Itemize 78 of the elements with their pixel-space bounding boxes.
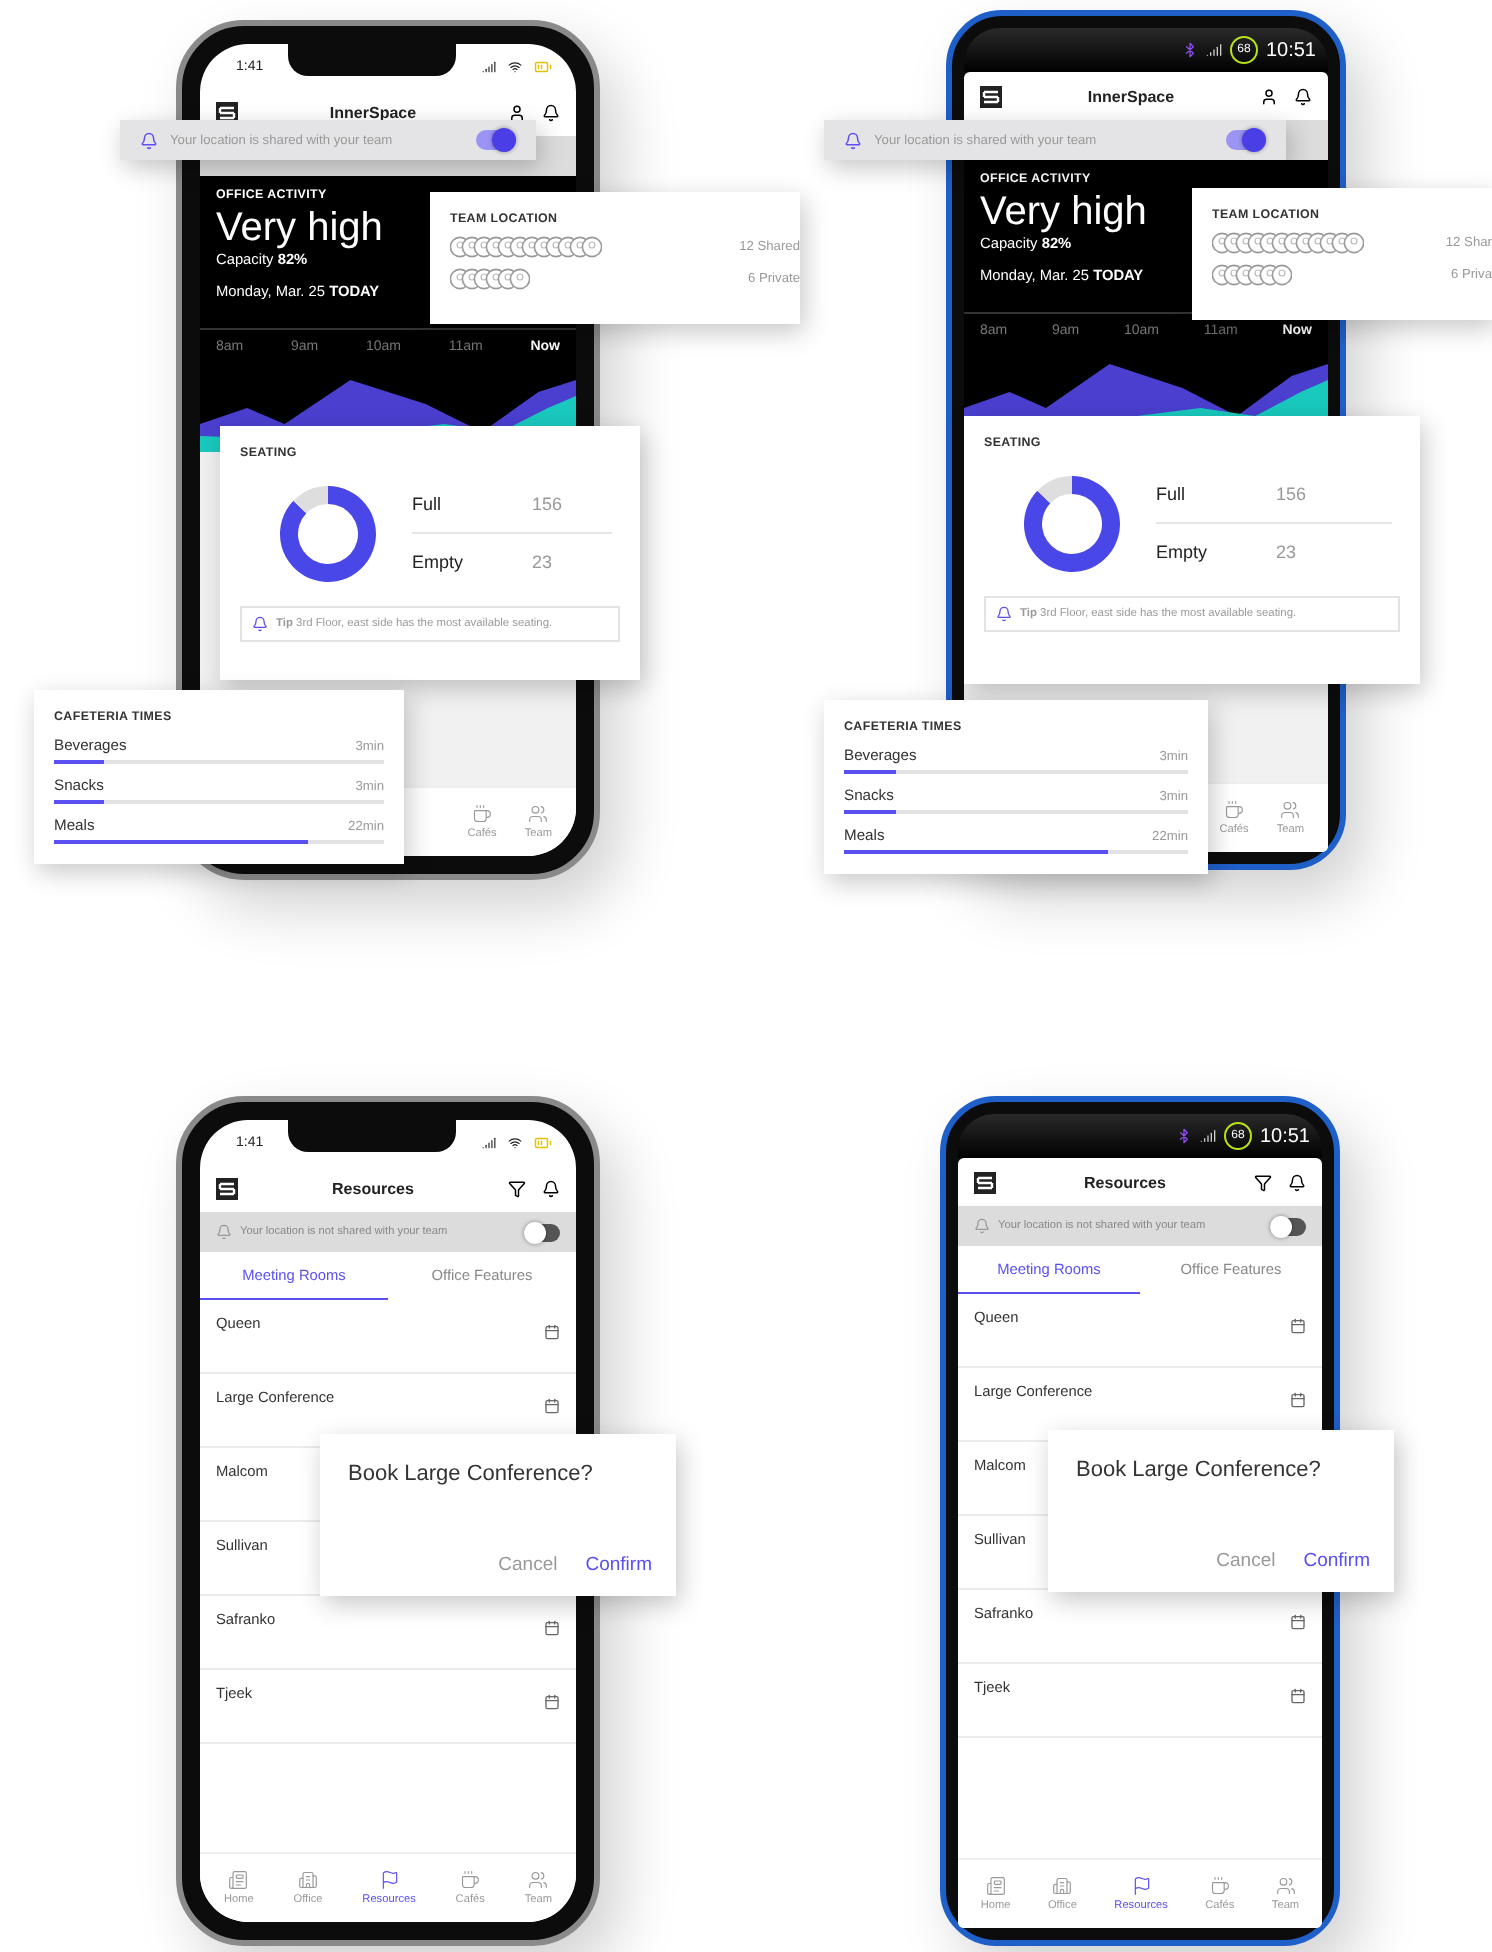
bell-icon[interactable] bbox=[542, 103, 560, 121]
bell-icon bbox=[216, 1224, 232, 1240]
confirm-button[interactable]: Confirm bbox=[585, 1554, 652, 1576]
calendar-icon[interactable] bbox=[544, 1620, 560, 1636]
bell-icon bbox=[996, 606, 1012, 622]
user-icon[interactable] bbox=[1260, 87, 1278, 105]
avatar-group-drawing bbox=[450, 268, 530, 290]
signal-icon bbox=[1199, 1128, 1216, 1144]
newspaper-icon bbox=[985, 1876, 1006, 1896]
calendar-icon[interactable] bbox=[544, 1694, 560, 1710]
legend-value: 156 bbox=[532, 494, 563, 514]
legend-label: Full bbox=[1156, 484, 1188, 504]
dialog-title: Book Large Conference? bbox=[348, 1462, 595, 1486]
newspaper-icon bbox=[228, 1870, 249, 1890]
toggle-switch[interactable] bbox=[524, 1223, 560, 1241]
calendar-icon[interactable] bbox=[1290, 1688, 1306, 1704]
calendar-icon[interactable] bbox=[1290, 1318, 1306, 1334]
toggle-switch[interactable] bbox=[1270, 1217, 1306, 1235]
legend-label: Empty bbox=[412, 552, 466, 572]
activity-level: Very high bbox=[216, 206, 383, 250]
coffee-cup-icon bbox=[472, 804, 492, 824]
cancel-button[interactable]: Cancel bbox=[498, 1554, 558, 1576]
bell-icon bbox=[252, 616, 268, 632]
legend-label: Empty bbox=[1156, 542, 1210, 562]
legend-value: 156 bbox=[1276, 484, 1307, 504]
bell-icon bbox=[974, 1218, 990, 1234]
flag-icon bbox=[379, 1870, 400, 1890]
people-icon bbox=[528, 1870, 549, 1890]
bluetooth-icon bbox=[1181, 42, 1198, 58]
people-icon bbox=[1275, 1876, 1296, 1896]
bell-icon[interactable] bbox=[542, 1179, 560, 1197]
confirm-button[interactable]: Confirm bbox=[1303, 1550, 1370, 1572]
status-time: 10:51 bbox=[1259, 1125, 1310, 1147]
calendar-icon[interactable] bbox=[1290, 1392, 1306, 1408]
building-icon bbox=[1052, 1876, 1073, 1896]
toggle-switch[interactable] bbox=[1226, 130, 1266, 150]
app-title: Resources bbox=[1082, 1173, 1168, 1191]
calendar-icon[interactable] bbox=[1290, 1614, 1306, 1630]
bell-icon bbox=[844, 131, 862, 149]
status-time: 10:51 bbox=[1265, 39, 1316, 61]
people-icon bbox=[528, 804, 549, 824]
battery-icon bbox=[534, 57, 552, 75]
coffee-cup-icon bbox=[460, 1870, 481, 1890]
activity-level: Very high bbox=[980, 190, 1147, 234]
legend-value: 23 bbox=[532, 552, 553, 572]
filter-icon[interactable] bbox=[508, 1179, 526, 1197]
app-logo-icon bbox=[974, 1171, 996, 1193]
signal-icon bbox=[482, 59, 496, 73]
bluetooth-icon bbox=[1175, 1128, 1192, 1144]
legend-value: 23 bbox=[1276, 542, 1297, 562]
calendar-icon[interactable] bbox=[544, 1324, 560, 1340]
app-logo-icon bbox=[980, 85, 1002, 107]
signal-icon bbox=[482, 1135, 496, 1149]
bell-icon[interactable] bbox=[1294, 87, 1312, 105]
toggle-switch[interactable] bbox=[476, 130, 516, 150]
wifi-icon bbox=[508, 1135, 522, 1149]
app-logo-icon bbox=[216, 101, 238, 123]
avatar-group-drawing bbox=[1212, 264, 1292, 286]
dialog-title: Book Large Conference? bbox=[1076, 1458, 1323, 1482]
building-icon bbox=[298, 1870, 318, 1890]
app-title: InnerSpace bbox=[1085, 87, 1177, 105]
bell-icon bbox=[140, 131, 158, 149]
app-title: InnerSpace bbox=[327, 103, 419, 121]
coffee-cup-icon bbox=[1209, 1876, 1230, 1896]
calendar-icon[interactable] bbox=[544, 1398, 560, 1414]
wifi-icon bbox=[508, 59, 522, 73]
filter-icon[interactable] bbox=[1254, 1173, 1272, 1191]
people-icon bbox=[1280, 800, 1301, 820]
battery-icon bbox=[534, 1133, 552, 1151]
flag-icon bbox=[1131, 1876, 1152, 1896]
legend-label: Full bbox=[412, 494, 444, 514]
coffee-cup-icon bbox=[1224, 800, 1244, 820]
user-icon[interactable] bbox=[508, 103, 526, 121]
app-title: Resources bbox=[330, 1179, 416, 1197]
signal-icon bbox=[1205, 42, 1222, 58]
cancel-button[interactable]: Cancel bbox=[1216, 1550, 1276, 1572]
bell-icon[interactable] bbox=[1288, 1173, 1306, 1191]
app-logo-icon bbox=[216, 1177, 238, 1199]
